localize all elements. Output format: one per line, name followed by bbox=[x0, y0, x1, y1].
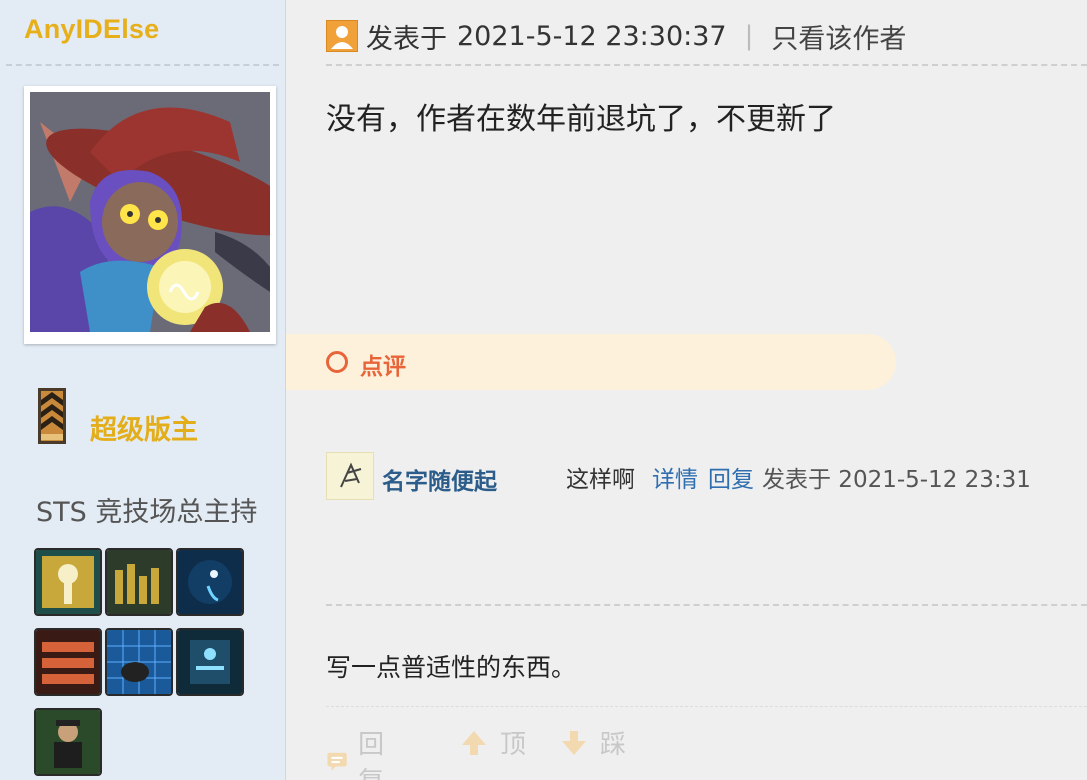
up-button[interactable]: 顶 bbox=[458, 724, 526, 761]
comment-text: 这样啊 bbox=[566, 467, 635, 493]
medal-icon[interactable] bbox=[34, 708, 102, 776]
medal-icon[interactable] bbox=[176, 548, 244, 616]
group-name[interactable]: 超级版主 bbox=[90, 408, 198, 447]
down-label: 踩 bbox=[600, 730, 627, 760]
medal-icon[interactable] bbox=[105, 628, 173, 696]
comment-section-header: 点评 bbox=[286, 334, 896, 390]
medal-icon[interactable] bbox=[176, 628, 244, 696]
custom-title: STS 竞技场总主持 bbox=[36, 497, 258, 528]
avatar-image bbox=[30, 92, 270, 332]
comment-circle-icon bbox=[326, 351, 348, 373]
post-signature: 写一点普适性的东西。 bbox=[326, 653, 577, 682]
medal-icon[interactable] bbox=[34, 628, 102, 696]
post-time: 2021-5-12 23:30:37 bbox=[457, 20, 727, 52]
rank-star-icon bbox=[38, 388, 66, 444]
comment-reply-link[interactable]: 回复 bbox=[708, 460, 754, 494]
commenter-avatar[interactable] bbox=[326, 452, 374, 500]
commenter-name[interactable]: 名字随便起 bbox=[382, 462, 497, 496]
arrow-down-icon bbox=[562, 730, 586, 755]
reply-icon bbox=[327, 752, 347, 771]
user-icon bbox=[326, 20, 358, 52]
up-label: 顶 bbox=[500, 730, 527, 760]
sidebar-divider bbox=[6, 64, 279, 66]
post-time-prefix: 发表于 bbox=[366, 23, 447, 55]
actions-divider bbox=[326, 706, 1087, 707]
header-divider bbox=[326, 64, 1087, 66]
reply-label: 回复 bbox=[358, 730, 385, 780]
arrow-up-icon bbox=[462, 730, 486, 755]
author-group: 超级版主 bbox=[38, 388, 278, 446]
author-name[interactable]: AnyIDElse bbox=[24, 14, 159, 45]
comment-item: 名字随便起 这样啊 详情 回复 发表于 2021-5-12 23:31 bbox=[326, 450, 1086, 502]
comment-time: 发表于 2021-5-12 23:31 bbox=[762, 467, 1031, 493]
signature-divider bbox=[326, 604, 1087, 606]
post-content: 没有，作者在数年前退坑了，不更新了 bbox=[326, 102, 836, 137]
comment-section-label: 点评 bbox=[360, 354, 406, 380]
down-button[interactable]: 踩 bbox=[558, 724, 626, 761]
reply-button[interactable]: 回复 bbox=[326, 724, 394, 780]
medal-icon[interactable] bbox=[34, 548, 102, 616]
medal-icon[interactable] bbox=[105, 548, 173, 616]
author-sidebar: AnyIDElse 超级版主 STS 竞技场总主持 bbox=[0, 0, 286, 780]
comment-detail-link[interactable]: 详情 bbox=[652, 460, 698, 494]
post-meta: 发表于 2021-5-12 23:30:37 | 只看该作者 bbox=[326, 17, 906, 56]
meta-divider: | bbox=[744, 21, 754, 51]
only-author-link[interactable]: 只看该作者 bbox=[771, 17, 906, 56]
author-avatar[interactable] bbox=[24, 86, 276, 344]
